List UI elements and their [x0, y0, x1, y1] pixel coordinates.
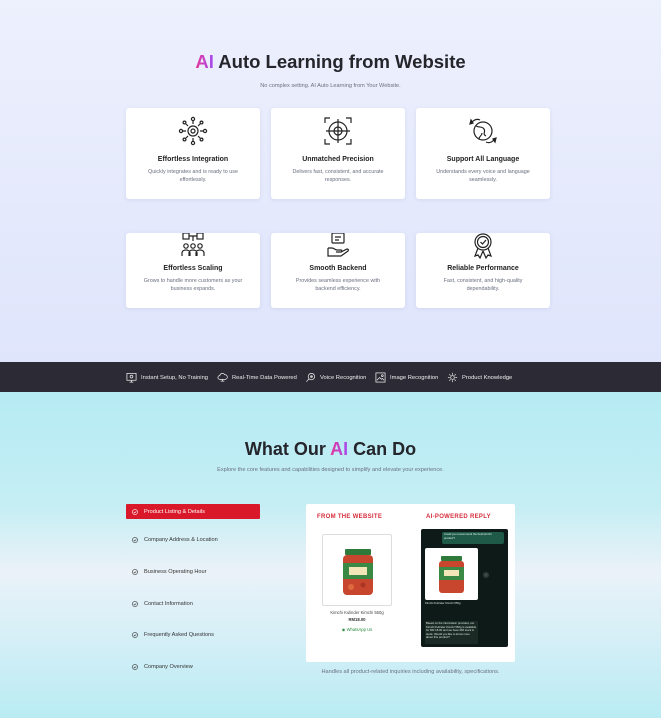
section2-title-pre: What Our	[244, 439, 331, 459]
check-circle-icon	[132, 631, 138, 638]
chat-reply-title: Kimchi Kulinder Kimchi 550g	[425, 601, 461, 605]
whatsapp-label: WhatsApp Us	[346, 627, 373, 632]
whatsapp-link[interactable]: ◉ WhatsApp Us	[320, 627, 394, 632]
section2-subtitle: Explore the core features and capabiliti…	[217, 467, 444, 473]
card-description: Provides seamless experience with backen…	[295, 278, 381, 292]
tab-label: Frequently Asked Questions	[144, 631, 214, 638]
card-title: Effortless Integration	[157, 156, 229, 163]
tab-label: Contact Information	[144, 600, 193, 607]
chat-product-image	[425, 548, 478, 600]
check-circle-icon	[132, 663, 138, 670]
card-title: Effortless Scaling	[163, 265, 223, 272]
section1-title-text: Auto Learning from Website	[213, 51, 466, 72]
kimchi-jar-image	[343, 549, 373, 595]
network-gear-icon	[178, 116, 208, 146]
feature-card-reliable: Reliable Performance Fast, consistent, a…	[416, 233, 550, 308]
check-circle-icon	[132, 600, 138, 607]
card-title: Smooth Backend	[309, 265, 367, 272]
tab-label: Company Overview	[144, 663, 193, 670]
feature-card-backend: Smooth Backend Provides seamless experie…	[271, 233, 405, 308]
product-image	[322, 534, 392, 606]
tab-label: Product Listing & Details	[144, 508, 205, 515]
section1-title: AI Auto Learning from Website	[0, 51, 661, 73]
section2-title-post: Can Do	[348, 439, 417, 459]
card-description: Understands every voice and language sea…	[436, 169, 530, 183]
product-name: Kimchi Kulinder Kimchi 550g	[330, 610, 384, 615]
card-description: Grows to handle more customers as your b…	[143, 278, 243, 292]
backend-hand-icon	[327, 233, 350, 257]
card-title: Support All Language	[446, 156, 520, 163]
feature-label: Voice Recognition	[320, 374, 367, 381]
feature-instant-setup: Instant Setup, No Training	[126, 372, 208, 383]
cloud-data-icon	[217, 373, 228, 382]
forward-icon[interactable]: ›	[483, 572, 489, 578]
badge-check-icon	[473, 233, 493, 260]
card-title: Reliable Performance	[447, 265, 519, 272]
tab-company-overview[interactable]: Company Overview	[126, 659, 260, 674]
product-price: RM18.00	[348, 617, 366, 622]
card-description: Fast, consistent, and high-quality depen…	[443, 278, 523, 292]
globe-chat-icon	[469, 118, 497, 144]
card-description: Delivers fast, consistent, and accurate …	[292, 169, 384, 183]
tab-faq[interactable]: Frequently Asked Questions	[126, 627, 260, 642]
feature-card-language: Support All Language Understands every v…	[416, 108, 550, 199]
card-description: Quickly integrates and is ready to use e…	[148, 169, 238, 183]
tab-operating-hour[interactable]: Business Operating Hour	[126, 564, 260, 579]
feature-bar: Instant Setup, No Training Real-Time Dat…	[0, 362, 661, 392]
kimchi-jar-image	[439, 556, 464, 593]
section1-subtitle: No complex setting. AI Auto Learning fro…	[260, 83, 401, 89]
section2-title: What Our AI Can Do	[0, 439, 661, 460]
chat-mockup: Could you recommend the best kimchi prod…	[421, 529, 508, 647]
preview-left-heading: FROM THE WEBSITE	[317, 514, 383, 520]
feature-product-knowledge: Product Knowledge	[447, 372, 512, 383]
tab-label: Company Address & Location	[144, 536, 218, 543]
image-scan-icon	[375, 372, 386, 383]
feature-card-scaling: Effortless Scaling Grows to handle more …	[126, 233, 260, 308]
tab-company-address[interactable]: Company Address & Location	[126, 532, 260, 547]
check-circle-icon	[132, 568, 138, 575]
product-gear-icon	[447, 372, 458, 383]
chat-reply-text: Based on the information provided, our K…	[425, 621, 478, 644]
setup-screen-icon	[126, 373, 137, 383]
feature-label: Instant Setup, No Training	[141, 374, 209, 381]
check-circle-icon	[132, 536, 138, 543]
feature-image-recognition: Image Recognition	[375, 372, 438, 383]
feature-card-precision: Unmatched Precision Delivers fast, consi…	[271, 108, 405, 199]
preview-caption: Handles all product-related inquiries in…	[321, 669, 500, 675]
ai-highlight: AI	[330, 439, 349, 459]
tab-contact-information[interactable]: Contact Information	[126, 596, 260, 611]
tab-product-listing[interactable]: Product Listing & Details	[126, 504, 260, 519]
tab-label: Business Operating Hour	[144, 568, 207, 575]
feature-label: Real-Time Data Powered	[232, 374, 297, 381]
voice-search-icon	[306, 373, 315, 382]
chat-question-bubble: Could you recommend the best kimchi prod…	[442, 532, 504, 544]
card-title: Unmatched Precision	[302, 156, 374, 163]
feature-realtime-data: Real-Time Data Powered	[217, 372, 297, 383]
team-scaling-icon	[181, 233, 205, 256]
feature-voice-recognition: Voice Recognition	[305, 372, 366, 383]
ai-highlight: AI	[195, 51, 214, 72]
target-crosshair-icon	[324, 117, 352, 145]
preview-panel: FROM THE WEBSITE AI-POWERED REPLY Kimchi…	[306, 504, 515, 662]
check-circle-icon	[132, 508, 138, 515]
feature-card-integration: Effortless Integration Quickly integrate…	[126, 108, 260, 199]
feature-label: Product Knowledge	[462, 374, 513, 381]
feature-label: Image Recognition	[390, 374, 439, 381]
preview-right-heading: AI-POWERED REPLY	[426, 514, 491, 520]
